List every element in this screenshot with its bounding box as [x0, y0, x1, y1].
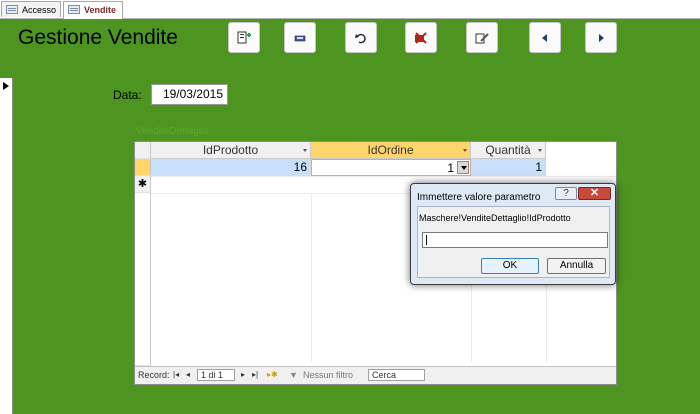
tab-accesso-label: Accesso	[22, 5, 57, 15]
select-all-corner[interactable]	[135, 142, 151, 159]
cancel-button[interactable]: Annulla	[547, 258, 606, 274]
row-divider	[151, 176, 616, 177]
sort-dropdown-icon[interactable]	[538, 149, 542, 152]
new-record-marker-icon: ✱	[137, 178, 148, 190]
column-header-quantita[interactable]: Quantità	[471, 142, 546, 159]
next-record-icon	[599, 33, 604, 42]
close-button[interactable]: ✕	[578, 187, 611, 200]
tab-vendite-label: Vendite	[84, 5, 117, 15]
next-record-icon[interactable]: ▸	[241, 370, 245, 379]
cell-idordine[interactable]: 1	[311, 159, 471, 176]
sort-dropdown-icon[interactable]	[463, 149, 467, 152]
last-record-icon[interactable]: ▸|	[252, 370, 258, 379]
column-header-label: Quantità	[485, 143, 531, 157]
cell-idprodotto[interactable]: 16	[151, 159, 311, 176]
new-record-button[interactable]	[228, 22, 260, 53]
subform-caption: VenditeDettaglio	[136, 126, 209, 137]
ok-button[interactable]: OK	[481, 258, 539, 274]
record-selector[interactable]	[0, 78, 13, 414]
filter-icon: ▼	[289, 370, 298, 380]
save-button[interactable]	[284, 22, 316, 53]
dialog-title: Immettere valore parametro	[417, 192, 541, 203]
form-icon	[68, 5, 80, 14]
record-label: Record:	[138, 370, 170, 380]
delete-record-button[interactable]	[405, 22, 437, 53]
record-navigation-bar: Record: |◂ ◂ 1 di 1 ▸ ▸| ▸✱ ▼ Nessun fil…	[135, 366, 616, 384]
form-icon	[6, 5, 18, 14]
combo-dropdown-button[interactable]	[457, 161, 469, 174]
dialog-prompt: Maschere!VenditeDettaglio!IdProdotto	[419, 213, 571, 223]
undo-button[interactable]	[345, 22, 377, 53]
form-title: Gestione Vendite	[18, 26, 178, 49]
column-divider	[311, 194, 312, 362]
cell-quantita[interactable]: 1	[471, 159, 546, 176]
current-record-icon	[3, 82, 9, 90]
parameter-input[interactable]	[422, 232, 608, 248]
previous-record-button[interactable]	[529, 22, 561, 53]
first-record-icon[interactable]: |◂	[173, 370, 179, 379]
record-position-field[interactable]: 1 di 1	[197, 369, 235, 381]
data-label: Data:	[113, 88, 142, 102]
column-header-label: IdProdotto	[202, 143, 259, 157]
next-record-button[interactable]	[585, 22, 617, 53]
edit-icon	[475, 32, 489, 43]
text-cursor	[426, 235, 427, 245]
edit-button[interactable]	[466, 22, 498, 53]
row-selector[interactable]	[135, 159, 151, 176]
tab-accesso[interactable]: Accesso	[1, 1, 61, 17]
parameter-dialog: Immettere valore parametro ? ✕ Maschere!…	[410, 183, 616, 285]
filter-status[interactable]: Nessun filtro	[303, 370, 353, 380]
row-selector-column	[135, 193, 151, 366]
undo-icon	[355, 33, 366, 43]
save-icon	[294, 35, 306, 41]
data-field[interactable]: 19/03/2015	[151, 84, 228, 105]
tab-vendite[interactable]: Vendite	[63, 1, 123, 19]
help-button[interactable]: ?	[555, 187, 577, 200]
search-input[interactable]: Cerca	[368, 369, 425, 381]
new-record-nav-icon[interactable]: ▸✱	[267, 370, 278, 379]
column-header-idprodotto[interactable]: IdProdotto	[151, 142, 311, 159]
previous-record-icon	[542, 33, 547, 42]
sort-dropdown-icon[interactable]	[303, 149, 307, 152]
column-header-idordine[interactable]: IdOrdine	[311, 142, 471, 159]
column-header-label: IdOrdine	[367, 143, 414, 157]
delete-record-icon	[415, 31, 427, 44]
new-record-icon	[237, 31, 251, 43]
document-tabs: Accesso Vendite	[0, 0, 700, 19]
cell-idordine-value: 1	[447, 161, 454, 175]
previous-record-icon[interactable]: ◂	[186, 370, 190, 379]
new-row-selector[interactable]: ✱	[135, 176, 151, 193]
chevron-down-icon	[461, 166, 467, 170]
